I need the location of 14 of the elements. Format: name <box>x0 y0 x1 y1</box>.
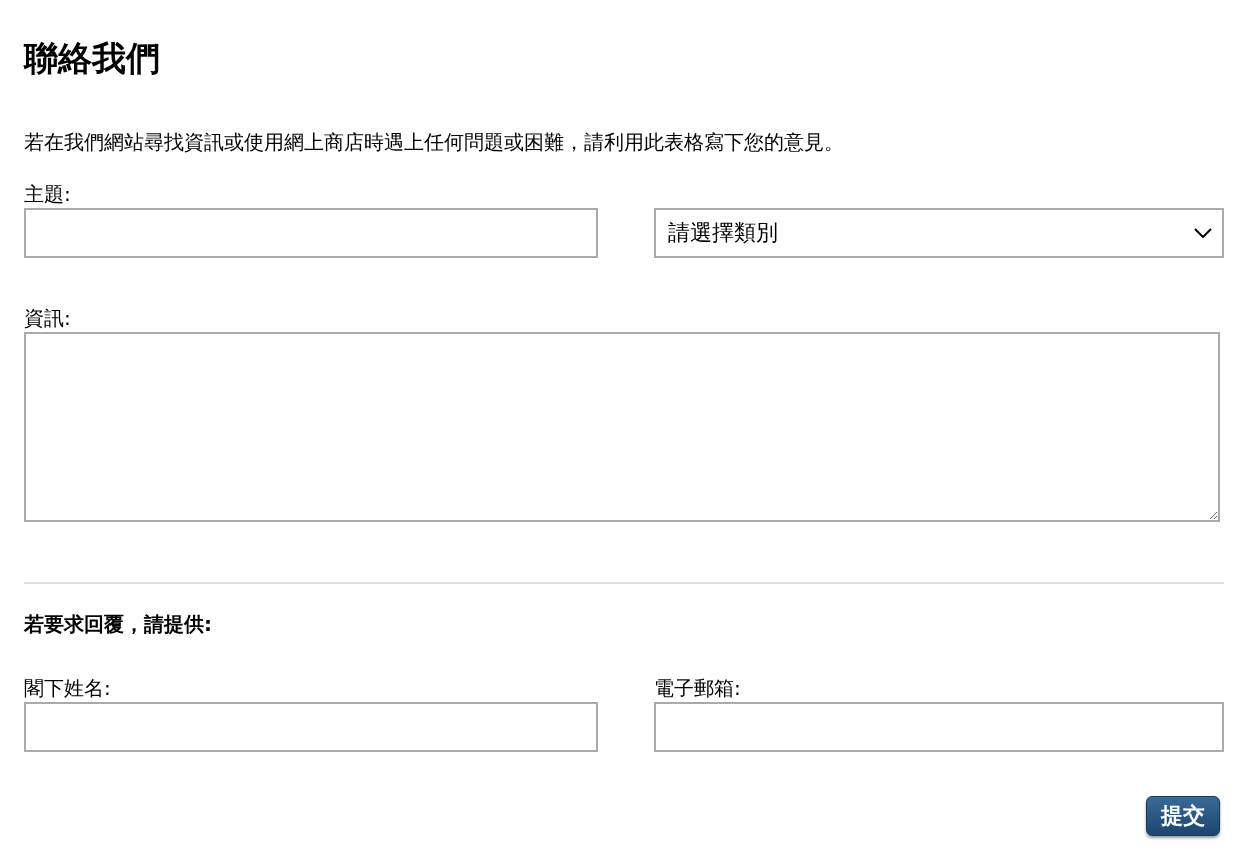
category-select[interactable]: 請選擇類別 <box>654 208 1224 258</box>
intro-text: 若在我們網站尋找資訊或使用網上商店時遇上任何問題或困難，請利用此表格寫下您的意見。 <box>24 129 845 156</box>
chevron-down-icon <box>1194 228 1212 238</box>
email-input[interactable] <box>654 702 1224 752</box>
page-title: 聯絡我們 <box>24 37 161 80</box>
submit-button[interactable]: 提交 <box>1146 796 1220 836</box>
name-input[interactable] <box>24 702 598 752</box>
field-label: 電子郵箱: <box>654 675 742 702</box>
field-label: 閣下姓名: <box>24 675 112 702</box>
section-heading: 若要求回覆，請提供: <box>24 611 212 638</box>
message-textarea[interactable] <box>24 332 1220 522</box>
subject-input[interactable] <box>24 208 598 258</box>
field-label: 資訊: <box>24 305 71 332</box>
field-label: 主題: <box>24 181 72 208</box>
